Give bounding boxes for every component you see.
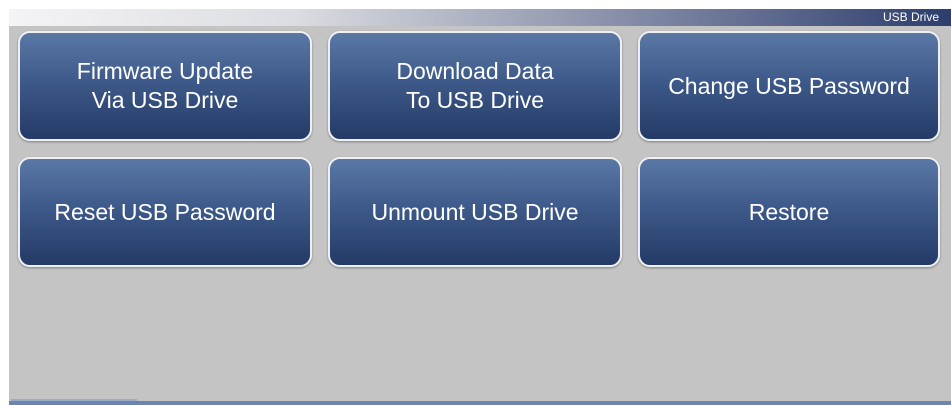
restore-label: Restore (748, 198, 830, 225)
firmware-update-label: Firmware Update Via USB Drive (76, 58, 254, 113)
change-usb-password-button[interactable]: Change USB Password (638, 31, 940, 141)
unmount-usb-drive-label: Unmount USB Drive (371, 198, 579, 225)
reset-usb-password-label: Reset USB Password (54, 198, 276, 225)
bottom-bar (9, 401, 951, 405)
restore-button[interactable]: Restore (638, 157, 940, 267)
usb-drive-screen: USB Drive Firmware Update Via USB Drive … (9, 9, 951, 405)
download-data-label: Download Data To USB Drive (396, 58, 554, 113)
unmount-usb-drive-button[interactable]: Unmount USB Drive (328, 157, 622, 267)
button-grid: Firmware Update Via USB Drive Download D… (18, 31, 948, 271)
title-bar: USB Drive (9, 9, 951, 26)
download-data-button[interactable]: Download Data To USB Drive (328, 31, 622, 141)
reset-usb-password-button[interactable]: Reset USB Password (18, 157, 312, 267)
change-usb-password-label: Change USB Password (668, 72, 910, 99)
firmware-update-button[interactable]: Firmware Update Via USB Drive (18, 31, 312, 141)
screen-title: USB Drive (882, 10, 939, 24)
